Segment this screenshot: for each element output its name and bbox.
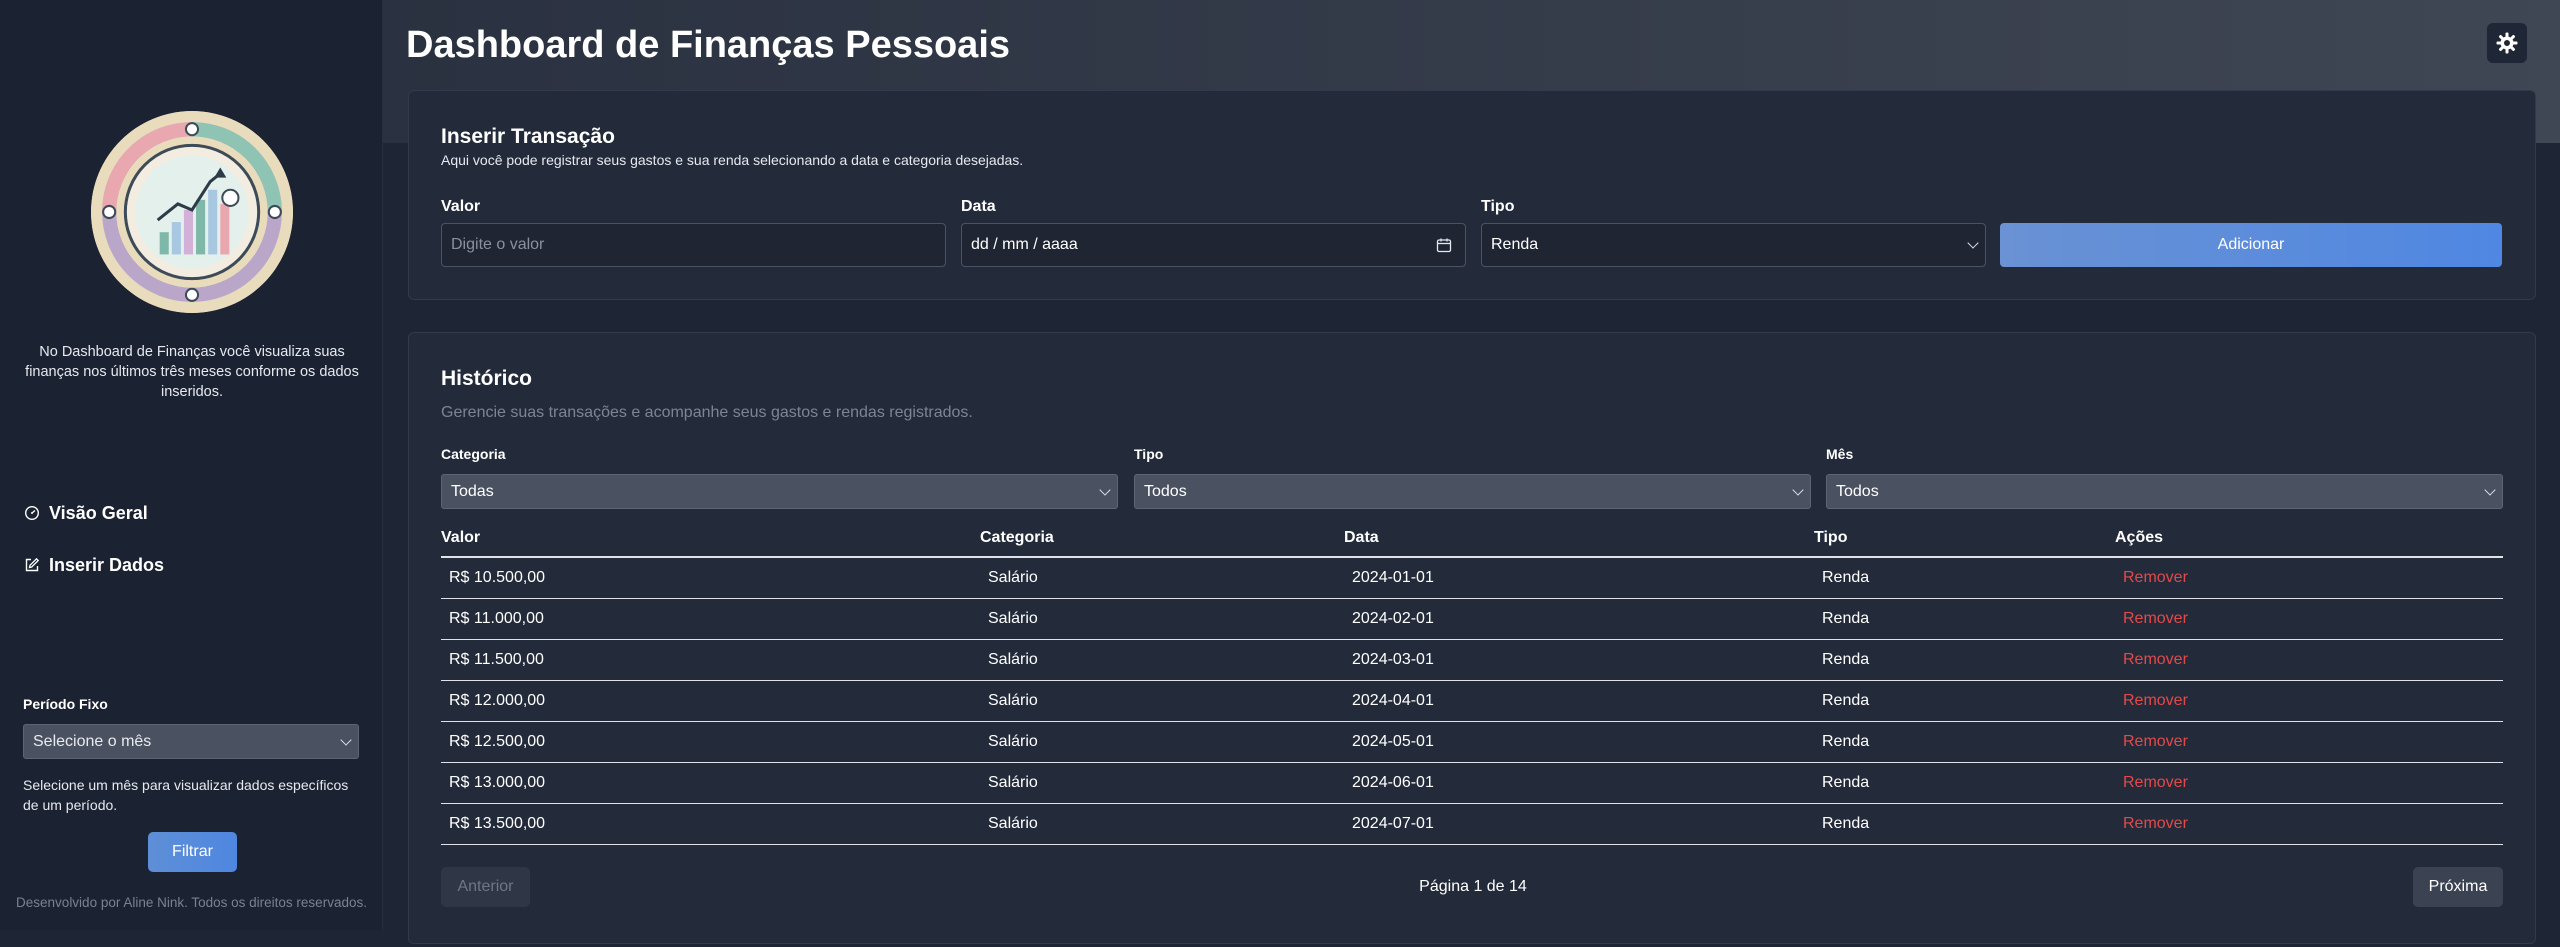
history-card: Histórico Gerencie suas transações e aco… [408, 332, 2536, 944]
table-row: R$ 10.500,00 Salário 2024-01-01 Renda Re… [441, 558, 2503, 599]
history-subtitle: Gerencie suas transações e acompanhe seu… [441, 404, 973, 421]
tipo-filter-select[interactable]: Todos [1134, 474, 1811, 509]
table-row: R$ 13.500,00 Salário 2024-07-01 Renda Re… [441, 804, 2503, 845]
cell-data: 2024-07-01 [1352, 815, 1434, 832]
cell-categoria: Salário [988, 815, 1038, 832]
chevron-down-icon [1099, 483, 1111, 496]
cell-tipo: Renda [1822, 815, 1870, 832]
finance-logo [91, 111, 293, 313]
cell-data: 2024-01-01 [1352, 569, 1434, 586]
table-row: R$ 11.500,00 Salário 2024-03-01 Renda Re… [441, 640, 2503, 681]
mes-filter-value: Todos [1836, 482, 1879, 500]
cell-valor: R$ 13.000,00 [449, 774, 546, 791]
cell-categoria: Salário [988, 610, 1038, 627]
cell-tipo: Renda [1822, 774, 1870, 791]
period-select[interactable]: Selecione o mês [23, 724, 359, 759]
cell-valor: R$ 11.000,00 [449, 610, 544, 627]
chevron-down-icon [2484, 483, 2496, 496]
sidebar-description: No Dashboard de Finanças você visualiza … [25, 344, 359, 400]
chevron-down-icon [340, 733, 352, 746]
column-header-tipo: Tipo [1814, 529, 1848, 546]
cell-categoria: Salário [988, 692, 1038, 709]
nav-item-inserir-dados[interactable]: Inserir Dados [24, 552, 164, 578]
cell-valor: R$ 10.500,00 [449, 569, 546, 586]
nav-item-label: Inserir Dados [49, 554, 165, 575]
data-label: Data [961, 198, 996, 215]
dashboard-gauge-icon [24, 505, 40, 521]
cell-valor: R$ 12.000,00 [449, 692, 546, 709]
valor-label: Valor [441, 198, 481, 215]
cell-valor: R$ 11.500,00 [449, 651, 544, 668]
mes-filter-select[interactable]: Todos [1826, 474, 2503, 509]
cell-categoria: Salário [988, 569, 1038, 586]
column-header-acoes: Ações [2115, 529, 2164, 546]
cell-categoria: Salário [988, 733, 1038, 750]
cell-categoria: Salário [988, 774, 1038, 791]
categoria-filter-value: Todas [451, 482, 494, 500]
sidebar: No Dashboard de Finanças você visualiza … [0, 0, 383, 930]
tipo-label: Tipo [1481, 198, 1515, 215]
remove-link[interactable]: Remover [2123, 651, 2188, 669]
table-row: R$ 12.000,00 Salário 2024-04-01 Renda Re… [441, 681, 2503, 722]
table-row: R$ 12.500,00 Salário 2024-05-01 Renda Re… [441, 722, 2503, 763]
remove-link[interactable]: Remover [2123, 610, 2188, 628]
table-row: R$ 13.000,00 Salário 2024-06-01 Renda Re… [441, 763, 2503, 804]
footer-credits: Desenvolvido por Aline Nink. Todos os di… [16, 895, 367, 910]
remove-link[interactable]: Remover [2123, 815, 2188, 833]
valor-placeholder: Digite o valor [451, 236, 545, 253]
cell-categoria: Salário [988, 651, 1038, 668]
calendar-icon[interactable] [1436, 237, 1452, 253]
page-indicator: Página 1 de 14 [1419, 878, 1527, 895]
remove-link[interactable]: Remover [2123, 774, 2188, 792]
column-header-valor: Valor [441, 529, 481, 546]
period-help-text: Selecione um mês para visualizar dados e… [23, 777, 349, 813]
add-button[interactable]: Adicionar [2000, 223, 2502, 267]
next-page-button[interactable]: Próxima [2413, 867, 2503, 907]
date-input[interactable]: dd / mm / aaaa [961, 223, 1466, 267]
date-placeholder: dd / mm / aaaa [971, 236, 1078, 253]
tipo-select[interactable]: Renda [1481, 223, 1986, 267]
table-row: R$ 11.000,00 Salário 2024-02-01 Renda Re… [441, 599, 2503, 640]
column-header-categoria: Categoria [980, 529, 1054, 546]
cell-data: 2024-04-01 [1352, 692, 1434, 709]
insert-transaction-card: Inserir Transação Aqui você pode registr… [408, 90, 2536, 300]
history-title: Histórico [441, 367, 533, 390]
cell-data: 2024-02-01 [1352, 610, 1434, 627]
cell-data: 2024-06-01 [1352, 774, 1434, 791]
cell-data: 2024-03-01 [1352, 651, 1434, 668]
cell-tipo: Renda [1822, 692, 1870, 709]
edit-icon [24, 557, 40, 573]
period-select-value: Selecione o mês [33, 732, 152, 750]
cell-tipo: Renda [1822, 733, 1870, 750]
gear-icon [2496, 32, 2518, 54]
cell-tipo: Renda [1822, 569, 1870, 586]
chevron-down-icon [1792, 483, 1804, 496]
cell-valor: R$ 13.500,00 [449, 815, 546, 832]
filter-label-mes: Mês [1826, 446, 1854, 462]
insert-title: Inserir Transação [441, 125, 615, 148]
cell-data: 2024-05-01 [1352, 733, 1434, 750]
remove-link[interactable]: Remover [2123, 692, 2188, 710]
cell-valor: R$ 12.500,00 [449, 733, 546, 750]
remove-link[interactable]: Remover [2123, 733, 2188, 751]
insert-subtitle: Aqui você pode registrar seus gastos e s… [441, 152, 1024, 168]
tipo-select-value: Renda [1491, 236, 1539, 253]
filter-button[interactable]: Filtrar [148, 832, 237, 872]
nav-item-visao-geral[interactable]: Visão Geral [24, 500, 148, 526]
period-label: Período Fixo [23, 696, 108, 712]
finance-chart-logo-icon [91, 111, 293, 313]
chevron-down-icon [1967, 237, 1979, 249]
column-header-data: Data [1344, 529, 1379, 546]
filter-label-categoria: Categoria [441, 446, 506, 462]
cell-tipo: Renda [1822, 651, 1870, 668]
nav-item-label: Visão Geral [49, 502, 148, 523]
page-title: Dashboard de Finanças Pessoais [406, 24, 1011, 66]
valor-input[interactable]: Digite o valor [441, 223, 946, 267]
categoria-filter-select[interactable]: Todas [441, 474, 1118, 509]
tipo-filter-value: Todos [1144, 482, 1187, 500]
filter-label-tipo: Tipo [1134, 446, 1164, 462]
theme-toggle-button[interactable] [2487, 23, 2527, 63]
remove-link[interactable]: Remover [2123, 569, 2188, 587]
cell-tipo: Renda [1822, 610, 1870, 627]
